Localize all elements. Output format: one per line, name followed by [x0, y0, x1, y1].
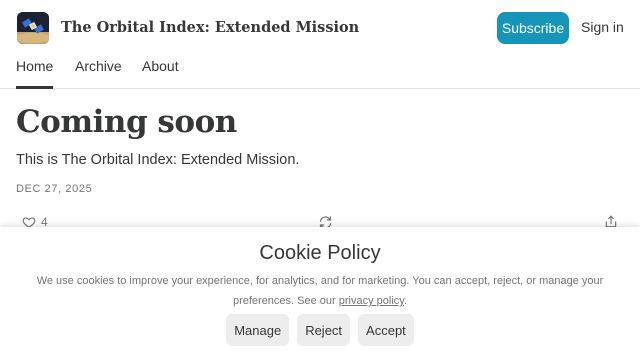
tab-archive[interactable]: Archive	[75, 58, 122, 89]
cookie-text-end: .	[403, 295, 408, 307]
accept-button[interactable]: Accept	[358, 314, 414, 346]
privacy-policy-link[interactable]: privacy policy	[339, 295, 404, 307]
post-date: DEC 27, 2025	[16, 183, 93, 195]
publication-title[interactable]: The Orbital Index: Extended Mission	[61, 19, 359, 36]
post-title[interactable]: Coming soon	[16, 104, 237, 140]
cookie-text-body: We use cookies to improve your experienc…	[36, 275, 604, 307]
cookie-buttons: Manage Reject Accept	[0, 314, 640, 346]
manage-button[interactable]: Manage	[226, 314, 290, 346]
cookie-title: Cookie Policy	[259, 242, 381, 264]
subscribe-button[interactable]: Subscribe	[497, 12, 569, 44]
cookie-text: We use cookies to improve your experienc…	[30, 271, 610, 311]
satellite-logo[interactable]	[17, 12, 49, 44]
cookie-banner: Cookie Policy We use cookies to improve …	[0, 227, 640, 360]
nav-tabs: Home Archive About	[0, 56, 640, 89]
reject-button[interactable]: Reject	[297, 314, 351, 346]
tab-home[interactable]: Home	[16, 58, 54, 89]
sign-in-link[interactable]: Sign in	[581, 19, 624, 35]
site-header: The Orbital Index: Extended Mission Subs…	[0, 0, 640, 56]
tab-about[interactable]: About	[142, 58, 179, 89]
post-subtitle: This is The Orbital Index: Extended Miss…	[16, 152, 300, 168]
